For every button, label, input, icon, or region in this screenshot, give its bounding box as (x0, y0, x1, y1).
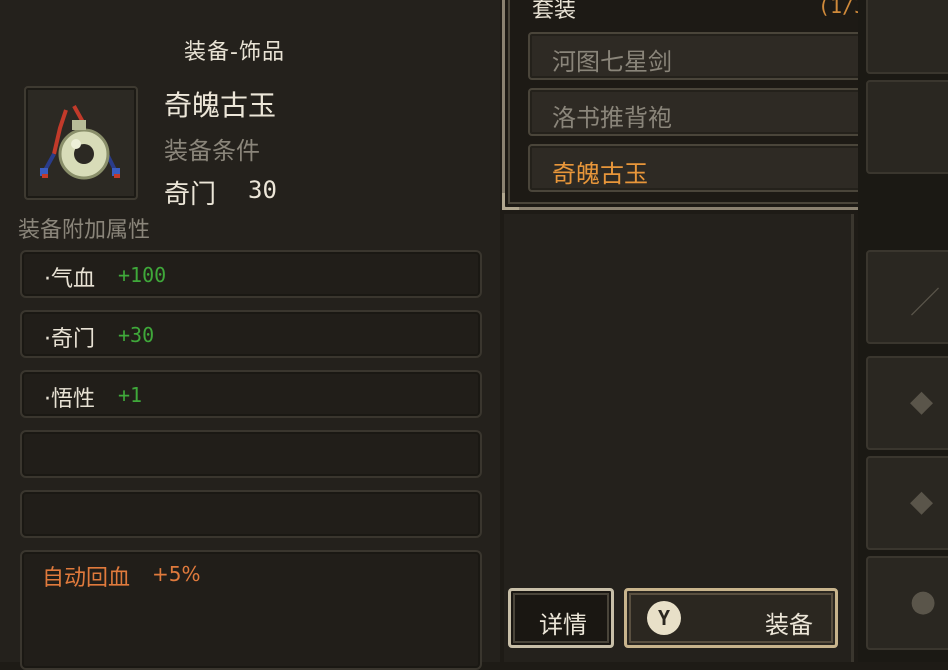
detail-button-label: 详情 (539, 611, 587, 639)
corner-ornament (502, 193, 519, 210)
armor-icon: ◆ (910, 384, 934, 419)
attribute-row: ·气血 +100 (20, 250, 482, 298)
special-effect-box: 自动回血 +5% (20, 550, 482, 670)
item-name: 奇魄古玉 (164, 89, 277, 122)
set-item[interactable]: 河图七星剑 (528, 32, 888, 80)
category-tab[interactable]: ◆ (866, 356, 948, 450)
requirement-value: 30 (248, 176, 277, 204)
attribute-row: ·奇门 +30 (20, 310, 482, 358)
y-key-icon: Y (647, 601, 681, 635)
equip-condition-label: 装备条件 (164, 137, 260, 165)
panel-title: 装备-饰品 (184, 40, 285, 65)
category-tab[interactable]: ◆ (866, 456, 948, 550)
attribute-name: ·气血 (44, 267, 95, 292)
attribute-value: +1 (118, 383, 143, 407)
attribute-value: +100 (118, 263, 167, 287)
jade-pendant-icon (40, 105, 120, 180)
detail-button[interactable]: 详情 (508, 588, 614, 648)
equip-button[interactable]: Y 装备 (624, 588, 838, 648)
accessory-icon: ● (910, 584, 937, 619)
set-title: 套装 (532, 0, 577, 23)
equip-button-label: 装备 (765, 611, 813, 639)
sword-icon: ／ (910, 286, 940, 321)
category-tab[interactable]: ● (866, 556, 948, 650)
set-item-active[interactable]: 奇魄古玉 (528, 144, 888, 192)
special-effect-name: 自动回血 (42, 566, 131, 591)
attribute-row: ·悟性 +1 (20, 370, 482, 418)
category-tab[interactable] (866, 0, 948, 74)
attribute-value: +30 (118, 323, 155, 347)
bonus-section-title: 装备附加属性 (18, 218, 151, 243)
attribute-name: ·悟性 (44, 387, 95, 412)
attribute-name: ·奇门 (44, 327, 95, 352)
special-effect-value: +5% (152, 562, 201, 586)
set-item-label: 奇魄古玉 (552, 160, 648, 188)
requirement-stat: 奇门 (164, 180, 217, 210)
category-tab[interactable]: ／ (866, 250, 948, 344)
set-item-label: 洛书推背袍 (552, 104, 672, 132)
category-tab[interactable] (866, 80, 948, 174)
set-item[interactable]: 洛书推背袍 (528, 88, 888, 136)
book-icon: ◆ (910, 484, 934, 519)
attribute-row-empty (20, 490, 482, 538)
attribute-row-empty (20, 430, 482, 478)
item-icon-frame (24, 86, 138, 200)
set-item-label: 河图七星剑 (552, 48, 672, 76)
category-tab-strip: ／ ◆ ◆ ● (858, 0, 948, 662)
